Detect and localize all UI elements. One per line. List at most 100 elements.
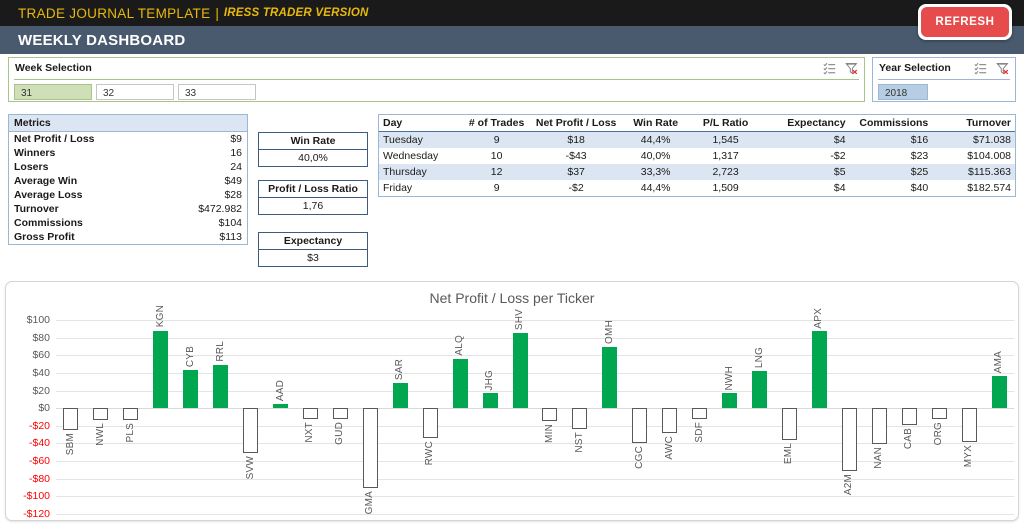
cell-turnover: $182.574 (967, 182, 1011, 194)
table-row: Friday 9 -$2 44,4% 1,509 $4 $40 $182.574 (379, 180, 1015, 196)
cell-win-rate: 33,3% (620, 164, 691, 180)
chart-bar-NAN (871, 408, 887, 445)
chart-x-tick-label: ALQ (454, 335, 466, 356)
year-slicer-items: 2018 (873, 80, 1015, 100)
year-slicer-header: Year Selection (873, 58, 1015, 78)
chart-x-tick-label: MIN (543, 423, 555, 443)
chart-title: Net Profit / Loss per Ticker (429, 290, 595, 306)
metrics-row-label: Gross Profit (14, 231, 75, 243)
metrics-row: Commissions $104 (9, 216, 247, 230)
chart-x-tick-label: ORG (933, 421, 945, 446)
app-title: TRADE JOURNAL TEMPLATE (18, 5, 211, 21)
week-slicer-item-33[interactable]: 33 (178, 84, 256, 100)
cell-commissions: $16 (849, 131, 933, 148)
chart-bar-PLS (123, 408, 139, 420)
cell-pl-ratio: 2,723 (690, 164, 761, 180)
chart-x-tick-label: PLS (124, 422, 136, 443)
day-breakdown-table: Day # of Trades Net Profit / Loss Win Ra… (378, 114, 1016, 197)
day-table-header: Day # of Trades Net Profit / Loss Win Ra… (379, 115, 1015, 132)
chart-bar-SDF (692, 408, 708, 419)
chart-bar-SAR (392, 383, 408, 409)
cell-commissions: $40 (910, 182, 929, 194)
chart-bar-SBM (63, 408, 79, 431)
chart-gridline (56, 355, 1014, 357)
day-table: Day # of Trades Net Profit / Loss Win Ra… (379, 115, 1015, 196)
chart-x-tick-label: KGN (154, 305, 166, 328)
clear-filter-icon[interactable] (845, 62, 858, 75)
chart-gridline (56, 408, 1014, 410)
cell-expectancy: $4 (833, 182, 846, 194)
chart-gridline (56, 320, 1014, 321)
cell-expectancy: $4 (760, 131, 850, 148)
col-header-pl-ratio: P/L Ratio (690, 115, 761, 132)
refresh-button[interactable]: REFRESH (921, 7, 1009, 37)
chart-x-tick-label: SAR (394, 359, 406, 381)
kpi-expectancy-value: $3 (307, 252, 319, 264)
cell-day: Thursday (379, 164, 462, 180)
chart-bar-GUD (332, 408, 348, 419)
chart-x-tick-label: NAN (873, 447, 885, 470)
week-slicer-title: Week Selection (15, 62, 92, 74)
chart-gridline (56, 372, 1014, 374)
col-header-commissions: Commissions (849, 115, 933, 132)
metrics-row: Gross Profit $113 (9, 230, 247, 244)
chart-bar-KGN (153, 330, 169, 409)
clear-filter-icon[interactable] (996, 62, 1009, 75)
cell-trades: 10 (490, 150, 503, 162)
metrics-row: Net Profit / Loss $9 (9, 132, 247, 146)
metrics-row-label: Turnover (14, 203, 59, 215)
chart-bar-RWC (422, 408, 438, 439)
chart-y-tick-label: $100 (26, 314, 50, 326)
multi-select-icon[interactable] (823, 62, 836, 75)
chart-bar-MYX (961, 408, 977, 442)
chart-y-tick-label: -$60 (28, 455, 50, 468)
chart-x-tick-label: GMA (364, 491, 376, 515)
col-header-expectancy: Expectancy (760, 115, 850, 132)
cell-pl-ratio: 1,545 (690, 131, 761, 148)
year-selection-slicer: Year Selection 2018 (872, 57, 1016, 102)
year-slicer-item-2018[interactable]: 2018 (878, 84, 928, 100)
chart-gridline (56, 425, 1014, 427)
chart-gridline (56, 443, 1014, 445)
chart-bar-LNG (752, 371, 768, 409)
chart-y-tick-label: -$120 (23, 508, 50, 520)
chart-x-tick-label: RRL (214, 341, 226, 362)
chart-bar-AWC (662, 408, 678, 433)
chart-bar-NST (572, 408, 588, 430)
col-header-day: Day (379, 115, 462, 132)
dashboard-header-bar: WEEKLY DASHBOARD (0, 26, 1024, 54)
metrics-row: Average Loss $28 (9, 188, 247, 202)
cell-commissions: $25 (849, 164, 933, 180)
multi-select-icon[interactable] (974, 62, 987, 75)
chart-gridline (56, 390, 1014, 392)
metrics-row-label: Commissions (14, 217, 83, 229)
cell-turnover: $71.038 (932, 131, 1015, 148)
chart-y-tick-label: -$40 (28, 437, 50, 450)
chart-y-tick-label: -$80 (28, 472, 50, 485)
chart-bar-AMA (991, 376, 1007, 409)
chart-bar-RRL (213, 364, 229, 409)
col-header-net-profit-loss: Net Profit / Loss (531, 115, 621, 132)
metrics-row-value: $9 (230, 133, 242, 145)
week-slicer-item-31[interactable]: 31 (14, 84, 92, 100)
chart-bar-NXT (302, 408, 318, 419)
chart-y-tick-label: $0 (38, 402, 50, 415)
chart-x-tick-label: LNG (753, 346, 765, 369)
week-slicer-item-32[interactable]: 32 (96, 84, 174, 100)
chart-bar-EML (781, 408, 797, 440)
table-row: Wednesday 10 -$43 40,0% 1,317 -$2 $23 $104.008 (379, 148, 1015, 164)
cell-day: Tuesday (379, 131, 462, 148)
chart-bar-NWL (93, 408, 109, 420)
metrics-row-value: 16 (230, 147, 242, 159)
chart-x-tick-label: CGC (633, 445, 645, 469)
chart-x-tick-label: APX (813, 307, 825, 329)
chart-bar-GMA (362, 408, 378, 489)
chart-gridline (56, 478, 1014, 480)
cell-trades: 9 (493, 182, 500, 194)
metrics-row-label: Net Profit / Loss (14, 133, 95, 145)
metrics-row-value: $49 (224, 175, 242, 187)
chart-x-tick-label: NWL (94, 422, 106, 446)
chart-gridline (56, 514, 1014, 515)
chart-x-tick-label: NST (573, 432, 585, 453)
chart-x-tick-label: SHV (514, 309, 526, 331)
